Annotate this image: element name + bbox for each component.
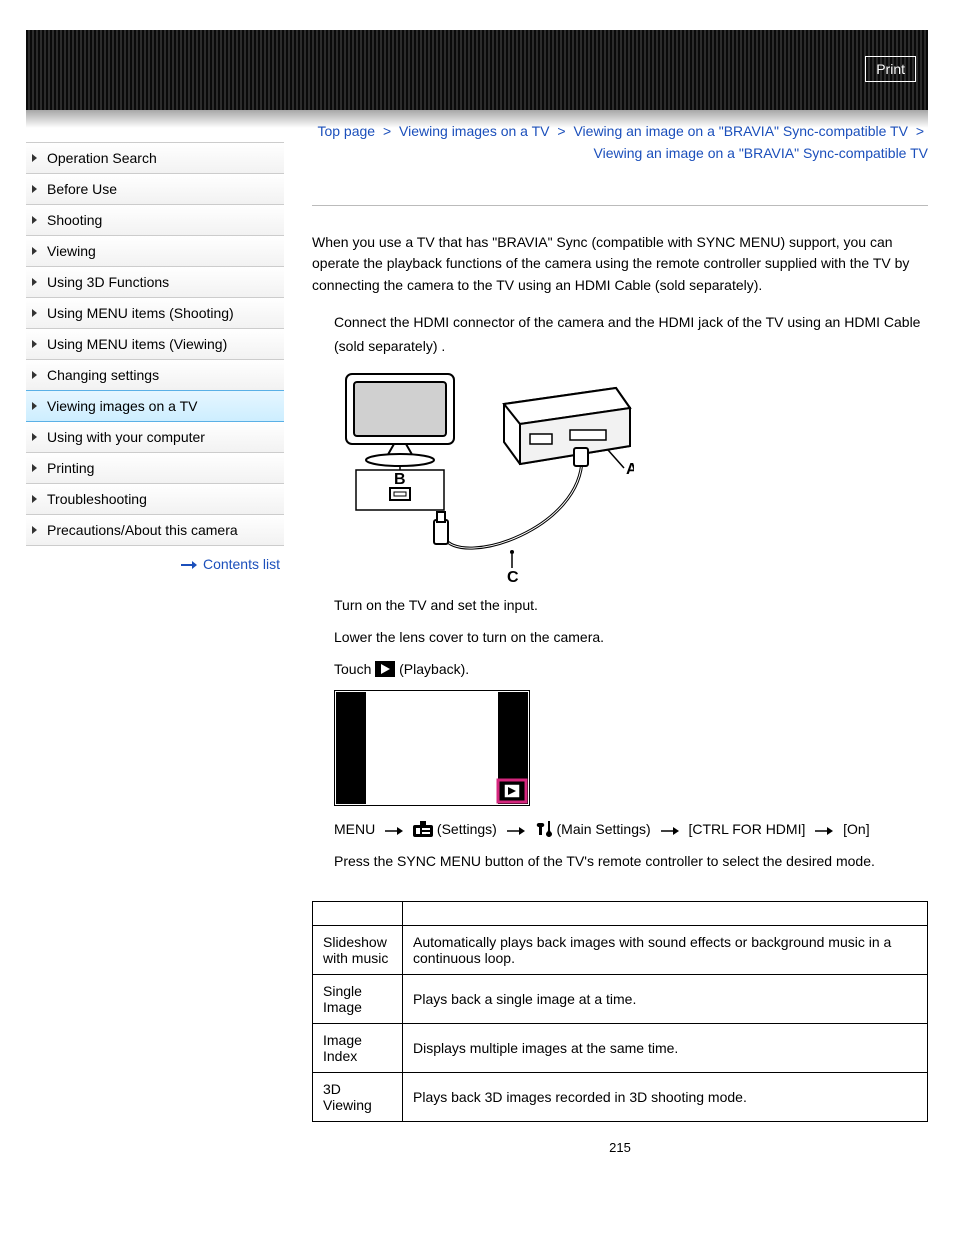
- arrow-right-icon: [181, 556, 197, 572]
- sidebar: Operation Search Before Use Shooting Vie…: [26, 120, 284, 1155]
- sidebar-item-label: Using MENU items (Shooting): [47, 305, 234, 321]
- contents-list-link[interactable]: Contents list: [181, 556, 280, 572]
- wrench-icon: [535, 821, 557, 837]
- sidebar-item-label: Viewing images on a TV: [47, 398, 197, 414]
- sidebar-item-3d-functions[interactable]: Using 3D Functions: [26, 267, 284, 298]
- contents-list-label: Contents list: [203, 556, 280, 572]
- caret-right-icon: [32, 495, 37, 503]
- arrow-right-icon: [385, 818, 403, 842]
- sidebar-item-operation-search[interactable]: Operation Search: [26, 143, 284, 174]
- menu-on-label: [On]: [843, 821, 869, 837]
- table-header-name: [313, 902, 403, 926]
- mode-name: Slideshow with music: [313, 926, 403, 975]
- table-row: Single Image Plays back a single image a…: [313, 975, 928, 1024]
- menu-path: MENU (Settings) (Main Settings) [CTRL FO…: [334, 818, 928, 842]
- sidebar-item-label: Shooting: [47, 212, 102, 228]
- step4-post-text: (Playback).: [399, 661, 469, 677]
- sidebar-nav: Operation Search Before Use Shooting Vie…: [26, 142, 284, 546]
- mode-desc: Plays back a single image at a time.: [403, 975, 928, 1024]
- sidebar-item-before-use[interactable]: Before Use: [26, 174, 284, 205]
- sidebar-item-label: Before Use: [47, 181, 117, 197]
- sidebar-item-label: Using MENU items (Viewing): [47, 336, 227, 352]
- caret-right-icon: [32, 247, 37, 255]
- sidebar-item-label: Using 3D Functions: [47, 274, 169, 290]
- menu-label: MENU: [334, 821, 375, 837]
- caret-right-icon: [32, 154, 37, 162]
- mode-desc: Automatically plays back images with sou…: [403, 926, 928, 975]
- caret-right-icon: [32, 402, 37, 410]
- step-touch-playback: Touch (Playback).: [334, 658, 928, 682]
- arrow-right-icon: [661, 818, 679, 842]
- table-row: 3D Viewing Plays back 3D images recorded…: [313, 1073, 928, 1122]
- caret-right-icon: [32, 216, 37, 224]
- arrow-right-icon: [815, 818, 833, 842]
- playback-icon: [375, 661, 399, 677]
- arrow-right-icon: [507, 818, 525, 842]
- sidebar-item-using-computer[interactable]: Using with your computer: [26, 422, 284, 453]
- caret-right-icon: [32, 309, 37, 317]
- sidebar-item-label: Precautions/About this camera: [47, 522, 238, 538]
- lcd-illustration: [334, 690, 530, 806]
- sidebar-item-viewing-tv[interactable]: Viewing images on a TV: [26, 390, 284, 422]
- step-turn-on-tv: Turn on the TV and set the input.: [334, 594, 928, 618]
- divider: [312, 205, 928, 206]
- mode-name: 3D Viewing: [313, 1073, 403, 1122]
- table-row: Slideshow with music Automatically plays…: [313, 926, 928, 975]
- menu-main-settings-label: (Main Settings): [557, 821, 651, 837]
- menu-settings-label: (Settings): [437, 821, 497, 837]
- mode-desc: Displays multiple images at the same tim…: [403, 1024, 928, 1073]
- caret-right-icon: [32, 185, 37, 193]
- mode-desc: Plays back 3D images recorded in 3D shoo…: [403, 1073, 928, 1122]
- sidebar-item-label: Using with your computer: [47, 429, 205, 445]
- header-bar: Print: [26, 30, 928, 110]
- connection-illustration: A B: [334, 368, 634, 584]
- illus-label-c: C: [507, 569, 519, 584]
- sidebar-item-label: Operation Search: [47, 150, 157, 166]
- illus-label-a: A: [626, 461, 634, 478]
- sidebar-item-viewing[interactable]: Viewing: [26, 236, 284, 267]
- settings-icon: [413, 821, 437, 837]
- menu-ctrl-hdmi-label: [CTRL FOR HDMI]: [688, 821, 805, 837]
- sidebar-item-menu-viewing[interactable]: Using MENU items (Viewing): [26, 329, 284, 360]
- caret-right-icon: [32, 371, 37, 379]
- page-number: 215: [312, 1140, 928, 1155]
- print-button[interactable]: Print: [865, 56, 916, 82]
- sidebar-item-precautions[interactable]: Precautions/About this camera: [26, 515, 284, 546]
- main-content: Top page > Viewing images on a TV > View…: [312, 120, 928, 1155]
- sidebar-item-label: Printing: [47, 460, 94, 476]
- sidebar-item-label: Troubleshooting: [47, 491, 147, 507]
- caret-right-icon: [32, 278, 37, 286]
- sidebar-item-label: Viewing: [47, 243, 96, 259]
- caret-right-icon: [32, 433, 37, 441]
- sidebar-item-changing-settings[interactable]: Changing settings: [26, 360, 284, 391]
- caret-right-icon: [32, 340, 37, 348]
- caret-right-icon: [32, 526, 37, 534]
- mode-name: Single Image: [313, 975, 403, 1024]
- sidebar-item-printing[interactable]: Printing: [26, 453, 284, 484]
- caret-right-icon: [32, 464, 37, 472]
- sidebar-item-menu-shooting[interactable]: Using MENU items (Shooting): [26, 298, 284, 329]
- table-row: Image Index Displays multiple images at …: [313, 1024, 928, 1073]
- table-header-desc: [403, 902, 928, 926]
- mode-name: Image Index: [313, 1024, 403, 1073]
- modes-table: Slideshow with music Automatically plays…: [312, 901, 928, 1122]
- step-lower-lens: Lower the lens cover to turn on the came…: [334, 626, 928, 650]
- intro-paragraph: When you use a TV that has "BRAVIA" Sync…: [312, 232, 928, 297]
- step4-pre-text: Touch: [334, 661, 375, 677]
- step-sync-menu: Press the SYNC MENU button of the TV's r…: [334, 850, 928, 874]
- sidebar-item-troubleshooting[interactable]: Troubleshooting: [26, 484, 284, 515]
- sidebar-item-shooting[interactable]: Shooting: [26, 205, 284, 236]
- illus-label-b: B: [394, 471, 406, 488]
- sidebar-item-label: Changing settings: [47, 367, 159, 383]
- breadcrumb-bravia-sync-2[interactable]: Viewing an image on a "BRAVIA" Sync-comp…: [594, 145, 928, 161]
- step-connect-hdmi: Connect the HDMI connector of the camera…: [334, 311, 928, 359]
